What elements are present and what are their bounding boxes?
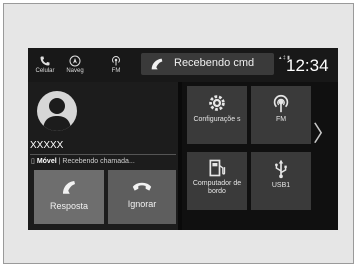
fm-button[interactable]: FM — [102, 52, 130, 80]
ignore-button[interactable]: Ignorar — [108, 170, 176, 224]
navigation-button[interactable]: Naveg — [61, 52, 89, 80]
line-label: Móvel — [36, 158, 57, 165]
phone-button[interactable]: Celular — [31, 52, 59, 80]
answer-handset-icon — [63, 181, 75, 194]
usb-icon — [275, 159, 287, 179]
voice-command-status: Recebendo cmd — [141, 53, 274, 75]
chevron-right-icon[interactable]: 〉 — [313, 116, 335, 148]
avatar — [37, 91, 77, 131]
answer-label: Resposta — [49, 201, 89, 211]
settings-label: Configuraçõe s — [193, 116, 241, 123]
ignore-label: Ignorar — [127, 199, 157, 209]
command-text: Recebendo cmd — [174, 57, 255, 69]
separator: | — [58, 158, 61, 165]
contact-name: XXXXX — [30, 140, 64, 151]
fuel-icon — [209, 159, 226, 177]
settings-tile[interactable]: Configuraçõe s — [187, 86, 247, 144]
answer-button[interactable]: Resposta — [34, 170, 104, 224]
clock: 12:34 — [286, 56, 329, 75]
fm-tile-label: FM — [275, 116, 287, 123]
radio-icon — [273, 95, 289, 113]
handset-icon — [151, 58, 163, 70]
fm-button-label: FM — [111, 68, 121, 74]
phone-button-label: Celular — [35, 68, 55, 74]
fm-tile[interactable]: FM — [251, 86, 311, 144]
usb-tile[interactable]: USB1 — [251, 152, 311, 210]
incoming-call-panel: XXXXX ▯ Móvel | Recebendo chamada... Res… — [28, 82, 178, 230]
person-icon — [43, 98, 71, 131]
phone-icon — [40, 56, 50, 66]
navigation-icon — [69, 55, 81, 67]
divider — [30, 154, 176, 155]
call-status-text: Recebendo chamada... — [62, 158, 135, 165]
top-bar: Celular Naveg FM Recebendo cmd ▴ ‡ ▮ 12:… — [28, 48, 338, 82]
usb-label: USB1 — [271, 182, 291, 189]
infotainment-screen: Celular Naveg FM Recebendo cmd ▴ ‡ ▮ 12:… — [28, 48, 338, 230]
call-status-line: ▯ Móvel | Recebendo chamada... — [31, 157, 135, 165]
mobile-icon: ▯ — [31, 158, 35, 165]
trip-computer-label: Computador de bordo — [192, 180, 242, 195]
radio-icon — [112, 56, 120, 66]
gear-icon — [209, 95, 225, 111]
signal-icon: ▴ — [279, 55, 282, 61]
hangup-handset-icon — [132, 182, 152, 191]
trip-computer-tile[interactable]: Computador de bordo — [187, 152, 247, 210]
navigation-button-label: Naveg — [66, 68, 84, 74]
app-grid: Configuraçõe s FM Computador de bordo US… — [182, 82, 338, 230]
